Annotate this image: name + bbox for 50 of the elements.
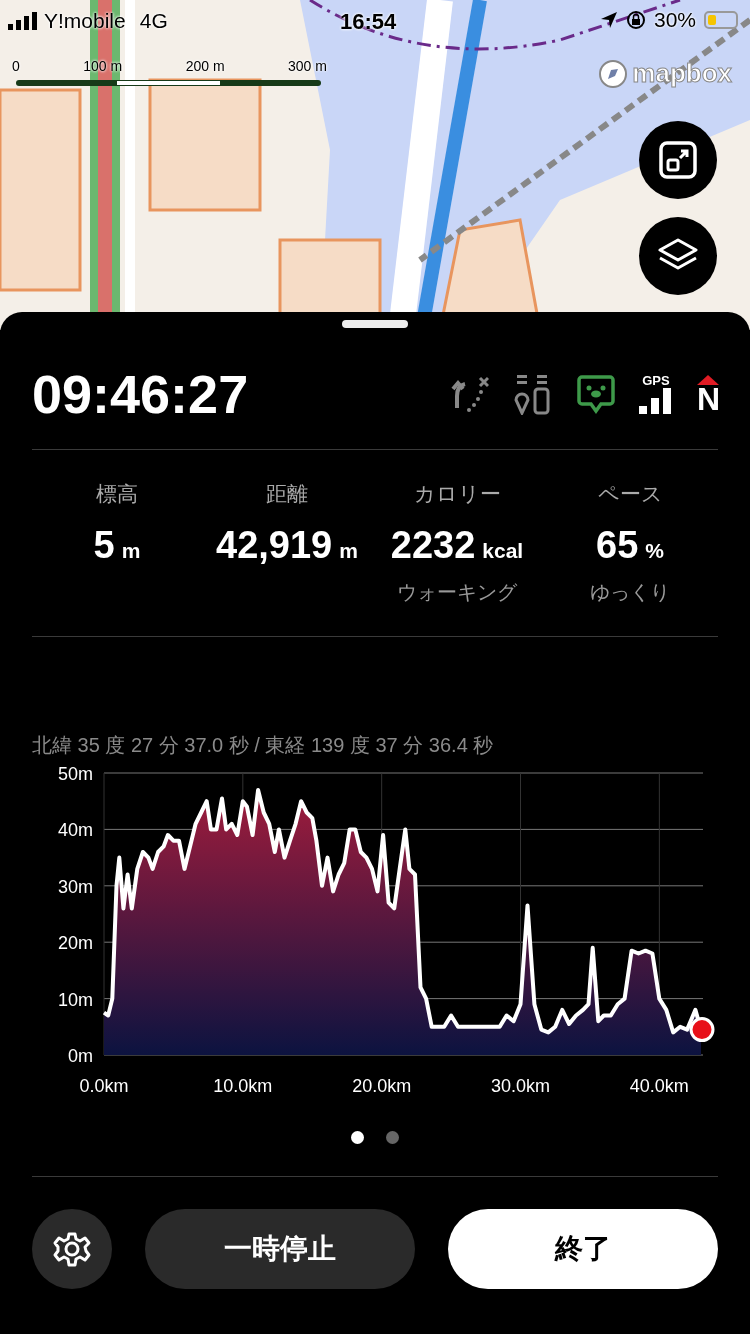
stat-value: 2232: [390, 524, 476, 567]
x-axis-label: 40.0km: [629, 1076, 689, 1096]
elapsed-time: 09:46:27: [32, 362, 249, 425]
current-position-marker: [689, 1017, 715, 1043]
coordinates-text: 北緯 35 度 27 分 37.0 秒 / 東経 139 度 37 分 36.4 秒: [32, 733, 495, 758]
x-axis-label: 20.0km: [352, 1076, 412, 1096]
y-axis-label: 30m: [58, 876, 93, 897]
x-axis-label: 10.0km: [213, 1076, 273, 1096]
stat-label: カロリー: [413, 481, 501, 507]
expand-icon: [658, 140, 698, 180]
x-axis-label: 30.0km: [491, 1076, 551, 1096]
chat-face-icon[interactable]: [576, 373, 615, 414]
x-axis-label: 0.0km: [79, 1076, 129, 1096]
y-axis-label: 0m: [68, 1046, 93, 1066]
drag-handle[interactable]: [342, 320, 408, 328]
gps-signal-icon: [638, 388, 673, 414]
location-arrow-icon: [599, 11, 618, 29]
y-axis-label: 10m: [58, 989, 93, 1010]
stat-label: ペース: [597, 481, 663, 507]
network-type: 4G: [139, 9, 168, 33]
stat-unit: %: [645, 539, 664, 563]
rotation-lock-icon: [625, 10, 646, 30]
scale-label: 300 m: [288, 58, 327, 74]
stat-unit: m: [121, 539, 141, 563]
y-axis-label: 50m: [58, 764, 93, 784]
stat-label: 距離: [266, 481, 308, 507]
stat-value: 42,919: [216, 524, 333, 567]
stat-subtitle: ウォーキング: [397, 580, 517, 605]
signal-icon: [8, 12, 38, 30]
pause-button[interactable]: 一時停止: [145, 1209, 415, 1289]
stat-unit: m: [339, 539, 358, 563]
stat-unit: kcal: [482, 539, 524, 563]
y-axis-label: 40m: [58, 820, 93, 841]
stat-label: 標高: [96, 481, 138, 507]
gps-label: GPS: [642, 373, 670, 388]
y-axis-label: 20m: [58, 933, 93, 954]
compass-label: N: [696, 384, 720, 413]
finish-button[interactable]: 終了: [448, 1209, 718, 1289]
stat-value: 65: [596, 524, 639, 567]
stat-value: 5: [93, 524, 115, 567]
page-dot[interactable]: [351, 1130, 364, 1144]
north-arrow-icon: [697, 374, 720, 385]
stat-subtitle: ゆっくり: [590, 580, 670, 605]
battery-percent: 30%: [653, 8, 696, 32]
battery-icon: [704, 11, 738, 29]
pin-phone-icon[interactable]: [512, 372, 553, 415]
clock: 16:54: [340, 9, 397, 35]
scale-label: 200 m: [185, 58, 225, 74]
scale-label: 0: [12, 58, 20, 74]
page-dot[interactable]: [386, 1130, 399, 1144]
